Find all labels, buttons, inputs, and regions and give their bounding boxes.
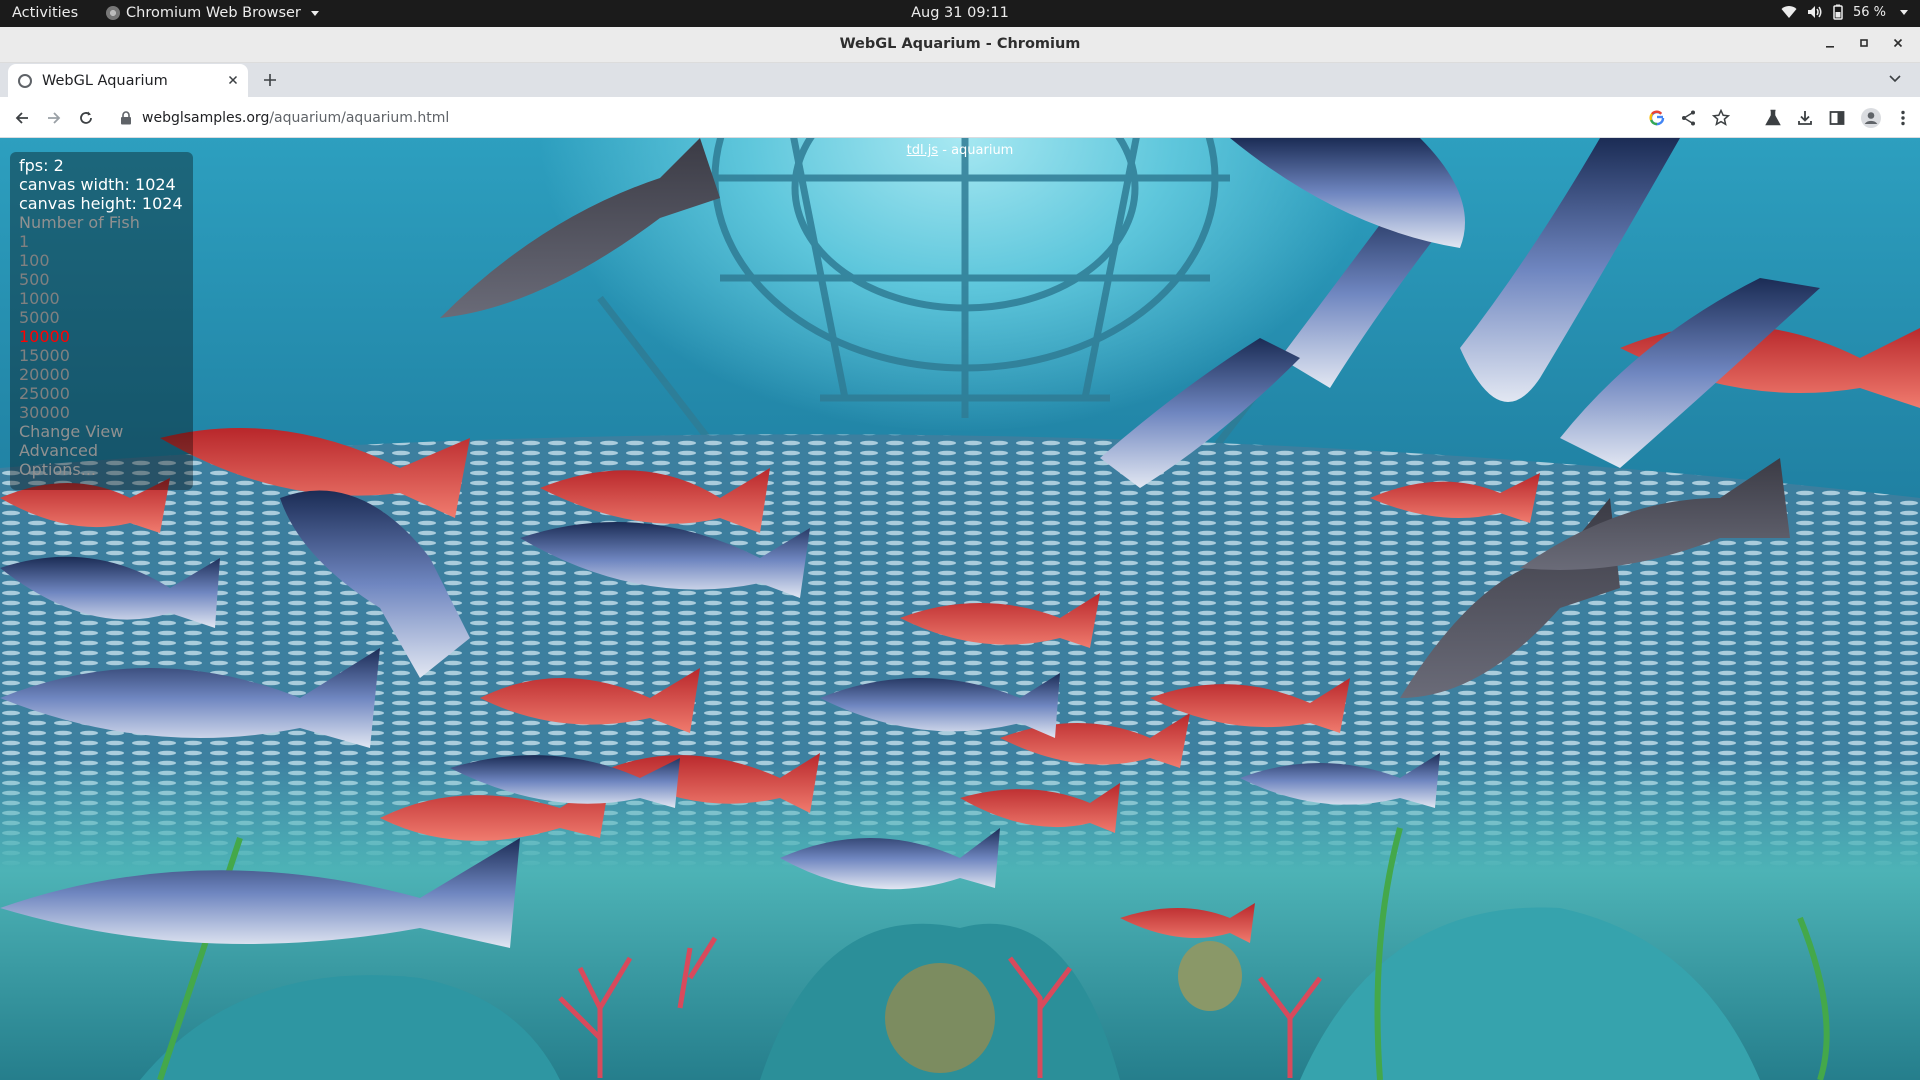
fish-option[interactable]: 20000 [19, 365, 193, 384]
system-top-bar: Activities Chromium Web Browser Aug 31 0… [0, 0, 1920, 27]
fish-option[interactable]: 25000 [19, 384, 193, 403]
tab-label: WebGL Aquarium [42, 72, 168, 89]
close-icon [228, 75, 238, 84]
window-title: WebGL Aquarium - Chromium [839, 36, 1081, 52]
clock[interactable]: Aug 31 09:11 [0, 5, 1920, 21]
side-panel-icon[interactable] [1828, 109, 1846, 127]
canvas-width-readout: canvas width: 1024 [19, 175, 176, 194]
canvas-height-readout: canvas height: 1024 [19, 194, 183, 213]
forward-button[interactable] [43, 107, 65, 129]
fps-readout: fps: 2 [19, 156, 64, 175]
fish-option[interactable]: 1 [19, 232, 193, 251]
fish-option[interactable]: 30000 [19, 403, 193, 422]
minimize-icon [1826, 46, 1834, 48]
fish-option[interactable]: 100 [19, 251, 193, 270]
toolbar-actions [1648, 107, 1910, 129]
fish-option[interactable]: 15000 [19, 346, 193, 365]
rock [885, 963, 995, 1073]
maximize-button[interactable] [1856, 35, 1872, 51]
page-credit: tdl.js - aquarium [0, 143, 1920, 158]
download-icon[interactable] [1796, 109, 1814, 127]
close-icon [1893, 38, 1903, 48]
fish-option[interactable]: 5000 [19, 308, 193, 327]
profile-avatar-icon[interactable] [1860, 107, 1882, 129]
change-view-button[interactable]: Change View [19, 422, 193, 441]
tab-search-button[interactable] [1888, 70, 1906, 88]
plus-icon [264, 74, 276, 86]
address-bar[interactable]: webglsamples.org/aquarium/aquarium.html [110, 103, 1676, 133]
arrow-left-icon [15, 112, 28, 124]
fish-option[interactable]: 500 [19, 270, 193, 289]
page-content: tdl.js - aquarium fps: 2 canvas width: 1… [0, 138, 1920, 1080]
tab-strip: WebGL Aquarium [0, 63, 1920, 97]
maximize-icon [1860, 39, 1868, 47]
url-host: webglsamples.org [142, 110, 270, 126]
fish-option[interactable]: 1000 [19, 289, 193, 308]
minimize-button[interactable] [1822, 35, 1838, 51]
kebab-menu-icon[interactable] [1896, 109, 1910, 127]
fish-option-selected[interactable]: 10000 [19, 327, 193, 346]
browser-toolbar: webglsamples.org/aquarium/aquarium.html [0, 97, 1920, 138]
lock-icon[interactable] [120, 111, 132, 125]
back-button[interactable] [11, 107, 33, 129]
wifi-icon [1781, 6, 1797, 19]
arrow-right-icon [48, 112, 61, 124]
star-icon[interactable] [1712, 109, 1730, 127]
chevron-down-icon [1900, 9, 1908, 15]
google-lens-icon[interactable] [1648, 109, 1666, 127]
credit-suffix: - aquarium [938, 143, 1014, 158]
reload-icon [80, 111, 92, 124]
options-button[interactable]: Options... [19, 460, 193, 479]
aquarium-canvas[interactable] [0, 138, 1920, 1080]
window-title-bar: WebGL Aquarium - Chromium [0, 27, 1920, 63]
system-tray[interactable]: 56 % [1781, 4, 1908, 20]
share-icon[interactable] [1680, 109, 1698, 127]
advanced-button[interactable]: Advanced [19, 441, 193, 460]
tab-webgl-aquarium[interactable]: WebGL Aquarium [8, 64, 248, 97]
flask-icon[interactable] [1764, 109, 1782, 127]
battery-icon [1833, 4, 1843, 20]
chevron-down-icon [1889, 75, 1901, 83]
settings-overlay: fps: 2 canvas width: 1024 canvas height:… [10, 152, 193, 490]
close-window-button[interactable] [1890, 35, 1906, 51]
globe-icon [18, 73, 32, 88]
tab-close-button[interactable] [228, 73, 238, 89]
window-controls [1822, 35, 1906, 51]
url-path: /aquarium/aquarium.html [269, 110, 450, 126]
tdl-link[interactable]: tdl.js [907, 143, 938, 158]
new-tab-button[interactable] [258, 68, 282, 92]
rock [1178, 941, 1242, 1011]
battery-percentage: 56 % [1852, 4, 1886, 20]
fish-count-title: Number of Fish [19, 213, 140, 232]
volume-icon [1807, 6, 1822, 18]
reload-button[interactable] [75, 107, 97, 129]
